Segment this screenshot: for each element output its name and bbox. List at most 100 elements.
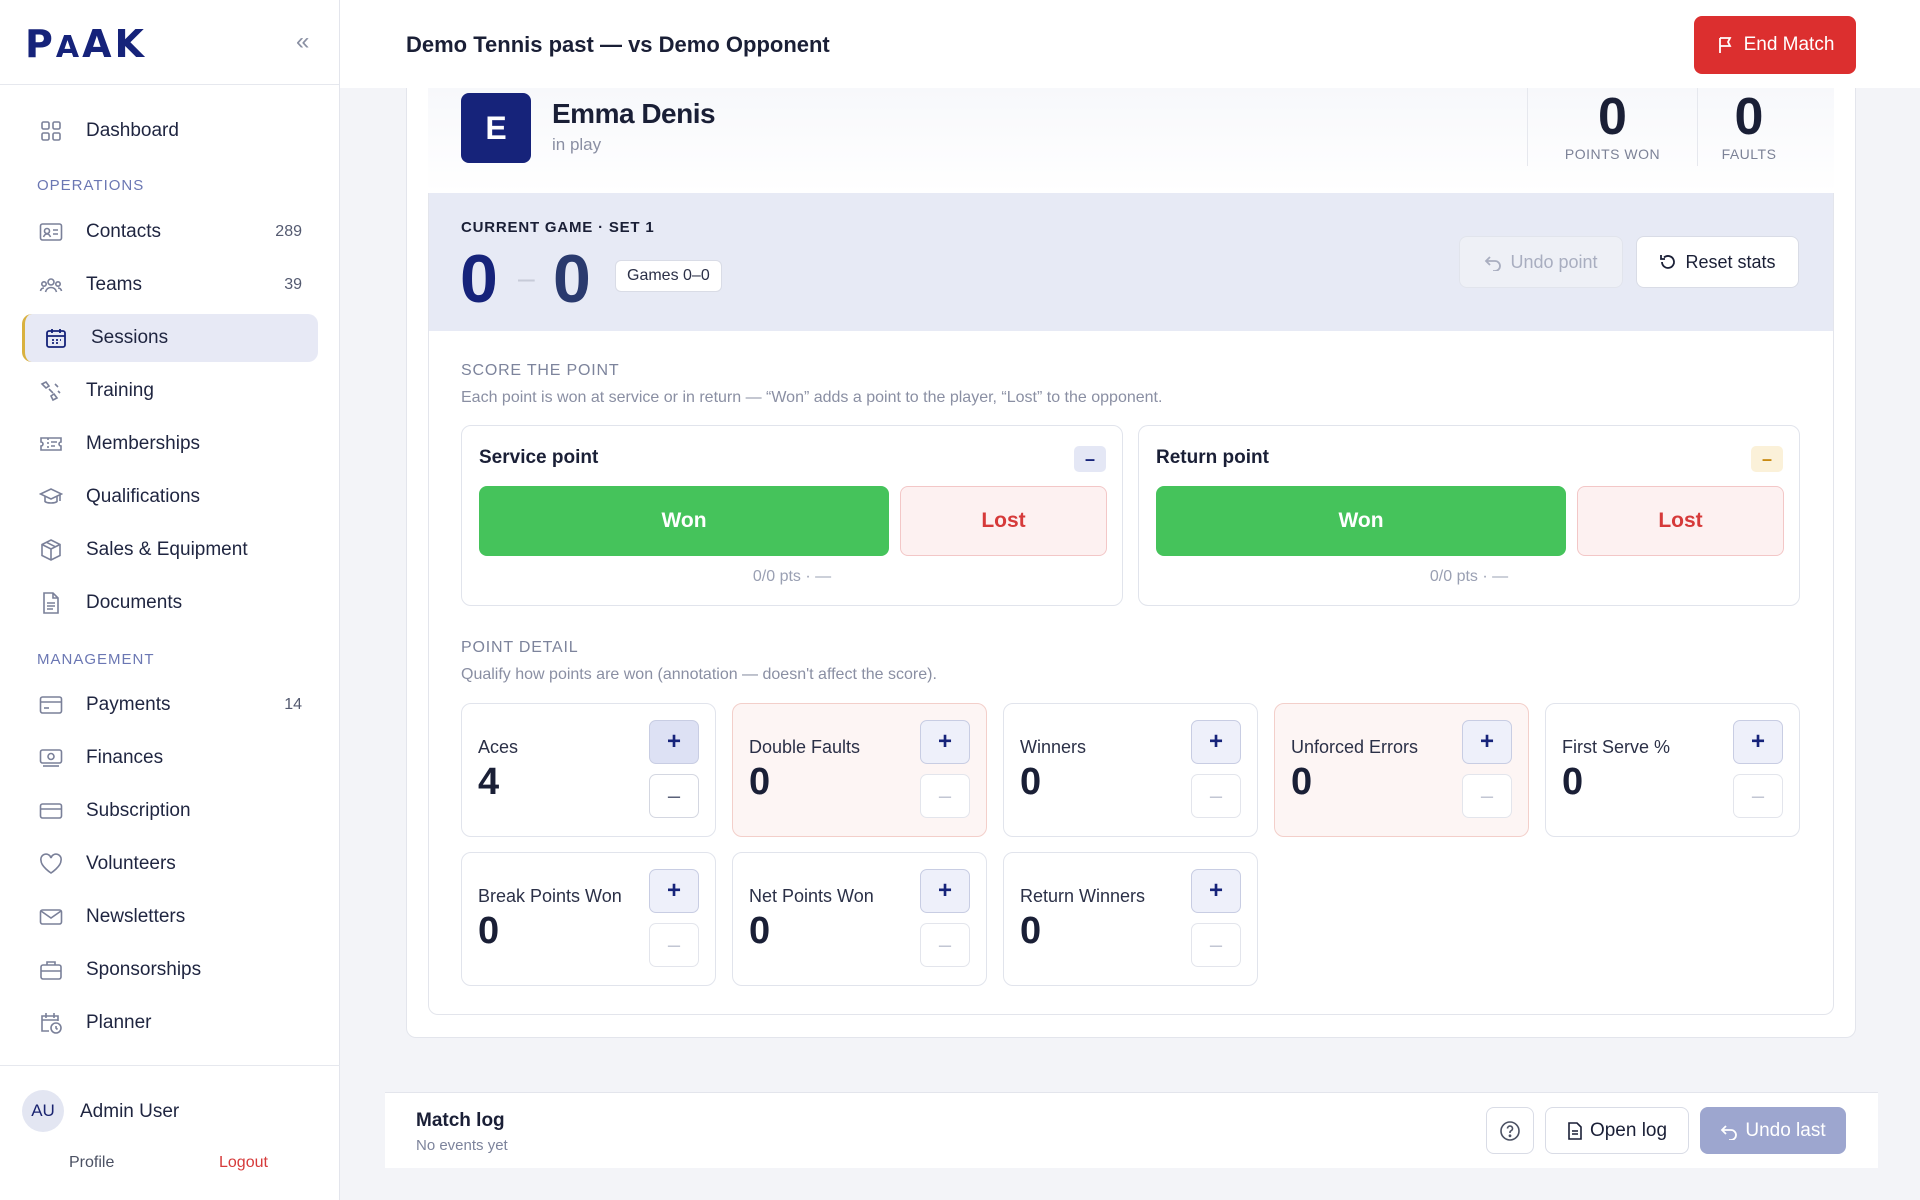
graduation-cap-icon bbox=[38, 484, 64, 510]
decrement-button[interactable]: – bbox=[1191, 923, 1241, 967]
games-badge: Games 0–0 bbox=[615, 260, 722, 292]
flag-icon bbox=[1718, 37, 1732, 53]
sidebar-item-training[interactable]: Training bbox=[22, 367, 318, 415]
service-point-indicator: – bbox=[1074, 446, 1106, 472]
sidebar-item-label: Finances bbox=[86, 747, 164, 768]
decrement-button[interactable]: – bbox=[1191, 774, 1241, 818]
sidebar-item-label: Qualifications bbox=[86, 486, 201, 507]
stat-label: Unforced Errors bbox=[1291, 737, 1419, 757]
sidebar-item-documents[interactable]: Documents bbox=[22, 579, 318, 627]
match-log-bar: Match log No events yet Open log Undo la… bbox=[385, 1092, 1878, 1168]
undo-last-button[interactable]: Undo last bbox=[1700, 1107, 1846, 1154]
sidebar-item-subscription[interactable]: Subscription bbox=[22, 787, 318, 835]
briefcase-icon bbox=[38, 957, 64, 983]
decrement-button[interactable]: – bbox=[1733, 774, 1783, 818]
sidebar-item-volunteers[interactable]: Volunteers bbox=[22, 840, 318, 888]
stat-card-winners: Winners 0 + – bbox=[1003, 703, 1258, 837]
sidebar-item-planner[interactable]: Planner bbox=[22, 999, 318, 1047]
return-point-indicator: – bbox=[1751, 446, 1783, 472]
stat-label: Break Points Won bbox=[478, 886, 622, 906]
return-lost-button[interactable]: Lost bbox=[1577, 486, 1784, 556]
sidebar-item-label: Planner bbox=[86, 1012, 152, 1033]
sidebar-item-sales-equipment[interactable]: Sales & Equipment bbox=[22, 526, 318, 574]
faults-value: 0 bbox=[1734, 88, 1764, 146]
sidebar-item-contacts[interactable]: Contacts 289 bbox=[22, 208, 318, 256]
point-detail-subtitle: Qualify how points are won (annotation —… bbox=[461, 666, 937, 683]
return-won-button[interactable]: Won bbox=[1156, 486, 1566, 556]
sidebar-item-label: Sessions bbox=[91, 327, 169, 348]
score-separator: – bbox=[518, 262, 535, 295]
section-label-operations: OPERATIONS bbox=[37, 177, 145, 194]
top-bar: Demo Tennis past — vs Demo Opponent End … bbox=[340, 0, 1920, 88]
score-the-point-subtitle: Each point is won at service or in retur… bbox=[461, 389, 1163, 406]
profile-link[interactable]: Profile bbox=[69, 1154, 114, 1172]
sidebar-item-sessions[interactable]: Sessions bbox=[22, 314, 318, 362]
increment-button[interactable]: + bbox=[1462, 720, 1512, 764]
player-game-score: 0 bbox=[460, 241, 498, 317]
sidebar-item-teams[interactable]: Teams 39 bbox=[22, 261, 318, 309]
stat-label: Double Faults bbox=[749, 737, 861, 757]
stat-label: Net Points Won bbox=[749, 886, 874, 906]
increment-button[interactable]: + bbox=[1733, 720, 1783, 764]
decrement-button[interactable]: – bbox=[920, 774, 970, 818]
sidebar-item-newsletters[interactable]: Newsletters bbox=[22, 893, 318, 941]
stat-value: 0 bbox=[1562, 761, 1584, 803]
stat-value: 0 bbox=[478, 910, 500, 952]
sidebar-item-count: 14 bbox=[284, 696, 302, 713]
increment-button[interactable]: + bbox=[649, 720, 699, 764]
logout-link[interactable]: Logout bbox=[219, 1154, 268, 1172]
stat-card-unforced-errors: Unforced Errors 0 + – bbox=[1274, 703, 1529, 837]
service-won-button[interactable]: Won bbox=[479, 486, 889, 556]
stat-label: Winners bbox=[1020, 737, 1087, 757]
sidebar-item-memberships[interactable]: Memberships bbox=[22, 420, 318, 468]
sidebar-item-sponsorships[interactable]: Sponsorships bbox=[22, 946, 318, 994]
sidebar-item-payments[interactable]: Payments 14 bbox=[22, 681, 318, 729]
service-lost-button[interactable]: Lost bbox=[900, 486, 1107, 556]
match-log-title: Match log bbox=[416, 1110, 505, 1131]
reset-icon bbox=[1660, 255, 1676, 269]
return-point-summary: 0/0 pts · — bbox=[1429, 568, 1509, 585]
service-point-summary: 0/0 pts · — bbox=[752, 568, 832, 585]
service-point-card: Service point – Won Lost 0/0 pts · — bbox=[461, 425, 1123, 606]
increment-button[interactable]: + bbox=[920, 869, 970, 913]
increment-button[interactable]: + bbox=[1191, 720, 1241, 764]
document-icon bbox=[38, 590, 64, 616]
decrement-button[interactable]: – bbox=[649, 923, 699, 967]
avatar[interactable]: AU bbox=[22, 1090, 64, 1132]
reset-stats-label: Reset stats bbox=[1685, 251, 1776, 272]
undo-icon bbox=[1485, 256, 1502, 271]
stat-value: 0 bbox=[1020, 910, 1042, 952]
grid-icon bbox=[38, 118, 64, 144]
decrement-button[interactable]: – bbox=[920, 923, 970, 967]
open-log-label: Open log bbox=[1589, 1119, 1668, 1141]
stat-value: 0 bbox=[749, 761, 771, 803]
sidebar-item-qualifications[interactable]: Qualifications bbox=[22, 473, 318, 521]
sidebar-item-label: Volunteers bbox=[86, 853, 176, 874]
opponent-game-score: 0 bbox=[553, 241, 591, 317]
increment-button[interactable]: + bbox=[920, 720, 970, 764]
open-log-button[interactable]: Open log bbox=[1545, 1107, 1689, 1154]
decrement-button[interactable]: – bbox=[1462, 774, 1512, 818]
sidebar-item-count: 289 bbox=[275, 223, 302, 240]
user-panel: AU Admin User Profile Logout bbox=[0, 1065, 340, 1200]
service-point-title: Service point bbox=[479, 447, 599, 468]
mail-icon bbox=[38, 904, 64, 930]
end-match-button[interactable]: End Match bbox=[1694, 16, 1856, 74]
chevron-double-left-icon[interactable]: « bbox=[296, 28, 309, 56]
score-the-point-title: SCORE THE POINT bbox=[461, 362, 620, 379]
increment-button[interactable]: + bbox=[1191, 869, 1241, 913]
sidebar-item-label: Documents bbox=[86, 592, 183, 613]
app-logo[interactable]: PAAK bbox=[25, 22, 147, 66]
increment-button[interactable]: + bbox=[649, 869, 699, 913]
stat-card-net-points-won: Net Points Won 0 + – bbox=[732, 852, 987, 986]
reset-stats-button[interactable]: Reset stats bbox=[1636, 236, 1799, 288]
help-button[interactable] bbox=[1486, 1107, 1534, 1154]
sidebar-item-label: Dashboard bbox=[86, 120, 179, 141]
training-icon bbox=[38, 378, 64, 404]
undo-point-button[interactable]: Undo point bbox=[1459, 236, 1623, 288]
contact-card-icon bbox=[38, 219, 64, 245]
sidebar-item-dashboard[interactable]: Dashboard bbox=[22, 107, 318, 155]
sidebar-item-finances[interactable]: Finances bbox=[22, 734, 318, 782]
help-circle-icon bbox=[1500, 1120, 1520, 1141]
decrement-button[interactable]: – bbox=[649, 774, 699, 818]
